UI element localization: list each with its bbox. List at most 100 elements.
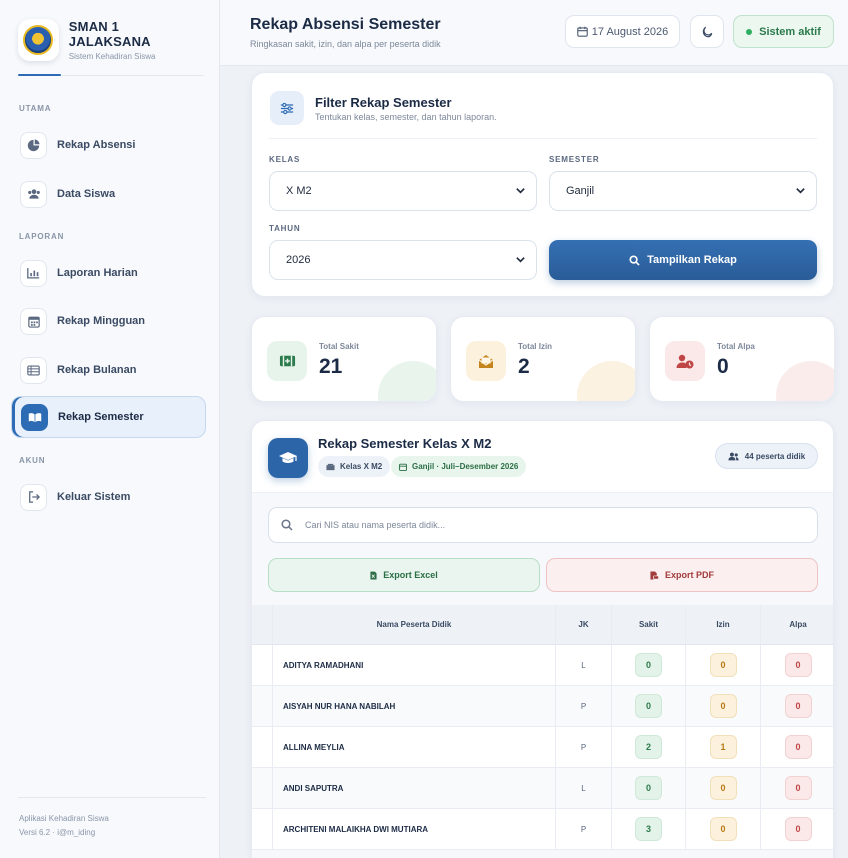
show-recap-button[interactable]: Tampilkan Rekap xyxy=(549,240,817,280)
book-icon xyxy=(21,403,48,431)
column-header-sakit[interactable]: Sakit xyxy=(612,605,686,644)
table-row: AISYAH NUR HANA NABILAH P 0 0 0 xyxy=(252,686,833,727)
tahun-label: TAHUN xyxy=(269,224,301,233)
alpa-count: 0 xyxy=(784,653,812,677)
page-subtitle: Ringkasan sakit, izin, dan alpa per pese… xyxy=(250,39,441,49)
student-name: ALLINA MEYLIA xyxy=(273,727,556,767)
sliders-icon xyxy=(270,91,304,125)
izin-cell: 0 xyxy=(686,645,761,685)
class-chip: Kelas X M2 xyxy=(318,456,391,477)
graduation-cap-icon xyxy=(268,438,308,478)
sidebar-item-keluar-sistem[interactable]: Keluar Sistem xyxy=(11,476,206,518)
sidebar-item-rekap-semester[interactable]: Rekap Semester xyxy=(11,396,206,438)
sakit-count: 3 xyxy=(635,817,662,841)
nav-section-laporan: LAPORAN xyxy=(19,232,65,241)
date-text: 17 August 2026 xyxy=(591,25,669,38)
decorative-blob xyxy=(776,361,834,401)
student-name: AISYAH NUR HANA NABILAH xyxy=(273,686,556,726)
sakit-cell: 0 xyxy=(612,768,686,808)
tahun-value: 2026 xyxy=(286,254,311,266)
izin-count: 0 xyxy=(709,817,737,841)
divider xyxy=(269,138,817,139)
izin-cell: 0 xyxy=(686,686,761,726)
file-pdf-icon xyxy=(650,570,665,580)
sakit-cell: 2 xyxy=(612,727,686,767)
alpa-count: 0 xyxy=(784,694,812,718)
sidebar-item-label: Rekap Bulanan xyxy=(57,364,137,376)
sidebar: SMAN 1 JALAKSANA Sistem Kehadiran Siswa … xyxy=(0,0,220,858)
semester-select[interactable]: Ganjil xyxy=(549,171,817,211)
brand-name: SMAN 1 JALAKSANA xyxy=(68,19,151,49)
chevron-down-icon xyxy=(515,254,526,268)
sidebar-item-label: Rekap Semester xyxy=(58,411,144,423)
sidebar-item-label: Data Siswa xyxy=(57,188,116,200)
recap-title: Rekap Semester Kelas X M2 xyxy=(318,436,492,451)
column-header-name[interactable]: Nama Peserta Didik xyxy=(273,605,556,644)
sakit-count: 0 xyxy=(635,776,662,800)
decorative-blob xyxy=(378,361,436,401)
file-excel-icon xyxy=(370,571,383,580)
calendar-icon xyxy=(577,26,588,37)
column-header-alpa[interactable]: Alpa xyxy=(761,605,833,644)
theme-toggle-button[interactable] xyxy=(690,15,724,48)
building-icon xyxy=(326,463,340,471)
export-pdf-button[interactable]: Export PDF xyxy=(546,558,818,592)
filter-title: Filter Rekap Semester xyxy=(315,95,452,110)
table-row: ARCHITENI MALAIKHA DWI MUTIARA P 3 0 0 xyxy=(252,809,833,850)
row-gutter xyxy=(252,727,273,767)
stat-card-sakit: Total Sakit 21 xyxy=(251,316,437,402)
class-chip-text: Kelas X M2 xyxy=(340,462,383,471)
sidebar-item-data-siswa[interactable]: Data Siswa xyxy=(11,173,206,215)
divider xyxy=(18,797,206,798)
izin-count: 1 xyxy=(709,735,737,759)
calendar-icon xyxy=(20,307,47,335)
table-row: ANDI SAPUTRA L 0 0 0 xyxy=(252,768,833,809)
sakit-count: 0 xyxy=(635,653,662,677)
header: Rekap Absensi Semester Ringkasan sakit, … xyxy=(220,0,848,66)
chevron-down-icon xyxy=(515,185,526,199)
alpa-cell: 0 xyxy=(761,727,833,767)
stat-card-izin: Total Izin 2 xyxy=(450,316,636,402)
sidebar-item-rekap-absensi[interactable]: Rekap Absensi xyxy=(11,124,206,166)
sidebar-item-rekap-mingguan[interactable]: Rekap Mingguan xyxy=(11,300,206,342)
column-header-jk[interactable]: JK xyxy=(556,605,612,644)
status-dot xyxy=(746,28,753,35)
sidebar-item-rekap-bulanan[interactable]: Rekap Bulanan xyxy=(11,349,206,391)
kelas-value: X M2 xyxy=(286,185,312,197)
stat-value: 0 xyxy=(717,355,729,378)
bar-chart-icon xyxy=(20,259,47,287)
sakit-count: 0 xyxy=(635,694,662,718)
student-name: ANDI SAPUTRA xyxy=(273,768,556,808)
stat-value: 21 xyxy=(319,355,343,378)
search-input[interactable] xyxy=(305,520,785,530)
kelas-label: KELAS xyxy=(269,155,301,164)
row-gutter xyxy=(252,809,273,849)
izin-count: 0 xyxy=(709,694,737,718)
alpa-cell: 0 xyxy=(761,645,833,685)
filter-card: Filter Rekap Semester Tentukan kelas, se… xyxy=(251,72,834,297)
student-gender: L xyxy=(556,645,612,685)
brand-subtitle: Sistem Kehadiran Siswa xyxy=(68,52,156,61)
export-excel-button[interactable]: Export Excel xyxy=(268,558,540,592)
date-display: 17 August 2026 xyxy=(565,15,680,48)
logout-icon xyxy=(20,483,47,511)
kelas-select[interactable]: X M2 xyxy=(269,171,537,211)
search-box[interactable] xyxy=(268,507,818,543)
alpa-cell: 0 xyxy=(761,809,833,849)
column-header-izin[interactable]: Izin xyxy=(686,605,761,644)
student-name: ADITYA RAMADHANI xyxy=(273,645,556,685)
alpa-count: 0 xyxy=(784,735,812,759)
app-version: Versi 6.2 · i@m_iding xyxy=(19,828,96,837)
sakit-count: 2 xyxy=(635,735,662,759)
table-row: ADITYA RAMADHANI L 0 0 0 xyxy=(252,645,833,686)
stat-card-alpa: Total Alpa 0 xyxy=(649,316,835,402)
participants-text: 44 peserta didik xyxy=(744,451,806,461)
alpa-cell: 0 xyxy=(761,686,833,726)
sakit-cell: 0 xyxy=(612,645,686,685)
tahun-select[interactable]: 2026 xyxy=(269,240,537,280)
table-row: ALLINA MEYLIA P 2 1 0 xyxy=(252,727,833,768)
table-icon xyxy=(20,356,47,384)
sidebar-item-label: Rekap Absensi xyxy=(57,139,136,151)
sidebar-item-laporan-harian[interactable]: Laporan Harian xyxy=(11,252,206,294)
izin-cell: 0 xyxy=(686,809,761,849)
